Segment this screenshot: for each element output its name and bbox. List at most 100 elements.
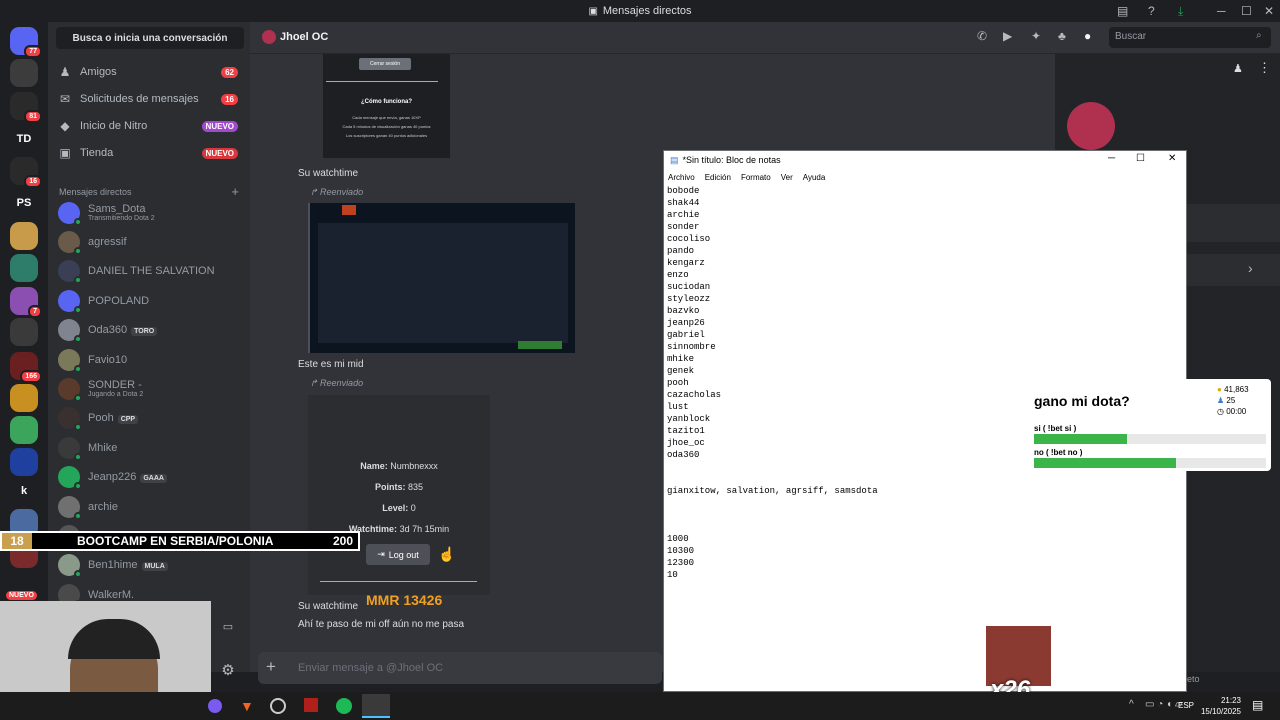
nav-badge: 62 [221, 66, 238, 78]
np-maximize-icon[interactable]: ☐ [1136, 153, 1145, 164]
taskbar-app-icon[interactable] [208, 699, 222, 713]
card-line: Cada mensaje que envía, ganas 10XP [352, 115, 421, 120]
dm-item[interactable]: Pooh CPP [58, 404, 238, 433]
friends-icon: ♟ [59, 65, 71, 79]
contact-avatar [262, 30, 276, 44]
server-icon[interactable]: 7 [10, 287, 42, 318]
search-input[interactable]: Buscar [1109, 27, 1271, 48]
dm-name: agressif [88, 235, 127, 248]
dm-item[interactable]: DANIEL THE SALVATION [58, 257, 238, 286]
server-icon[interactable] [10, 222, 38, 250]
dm-item[interactable]: Ben1hime MULA [58, 551, 238, 580]
menu-archivo[interactable]: Archivo [668, 173, 695, 182]
poll-time: 00:00 [1226, 407, 1247, 416]
dm-item[interactable]: Oda360 TORO [58, 316, 238, 345]
menu-formato[interactable]: Formato [741, 173, 771, 182]
card-divider [320, 581, 477, 582]
download-icon[interactable]: ⤓ [1178, 0, 1183, 22]
close-icon[interactable]: ✕ [1264, 0, 1274, 22]
dm-item[interactable]: archie [58, 492, 238, 521]
server-icon[interactable]: k [10, 477, 38, 505]
server-icon[interactable]: PS [10, 189, 38, 217]
add-member-icon[interactable]: ♣ [1058, 29, 1066, 43]
poll-option-label: si ( !bet si ) [1034, 424, 1077, 433]
status-indicator [74, 276, 82, 285]
menu-ver[interactable]: Ver [781, 173, 793, 182]
search-conversation-button[interactable]: Busca o inicia una conversación [56, 27, 244, 49]
logout-button[interactable]: ⇥ Log out [366, 544, 430, 565]
brave-icon[interactable]: ▼ [240, 698, 254, 714]
dm-name: POPOLAND [88, 294, 150, 307]
dm-item[interactable]: agressif [58, 227, 238, 256]
add-dm-icon[interactable]: + [231, 184, 239, 199]
dm-item[interactable]: POPOLAND [58, 286, 238, 315]
nav-item[interactable]: ♟ Amigos 62 [58, 60, 238, 84]
server-icon[interactable]: TD [10, 125, 38, 153]
dota-screenshot-image[interactable] [308, 203, 575, 353]
tray-chevron-icon[interactable]: ^ [1129, 699, 1134, 710]
server-icon[interactable]: 77 [10, 27, 42, 58]
server-icon[interactable]: 166 [10, 352, 42, 383]
nav-item[interactable]: ◆ Inicio de Nitro NUEVO [58, 114, 238, 138]
language-indicator[interactable]: ESP [1178, 701, 1194, 710]
notepad-taskbar-icon[interactable] [362, 694, 390, 718]
coin-icon: ● [1217, 385, 1222, 394]
spotify-icon[interactable] [336, 698, 352, 714]
add-attachment-icon[interactable]: + [266, 657, 276, 677]
server-icon[interactable] [10, 59, 38, 87]
dm-item[interactable]: Favio10 [58, 345, 238, 374]
np-minimize-icon[interactable]: ─ [1108, 153, 1115, 164]
help-icon[interactable]: ? [1148, 0, 1155, 22]
maximize-icon[interactable]: ☐ [1241, 0, 1252, 22]
server-icon[interactable] [10, 448, 38, 476]
server-icon[interactable]: 16 [10, 157, 42, 188]
server-icon[interactable]: 81 [10, 92, 42, 123]
minimize-icon[interactable]: ─ [1217, 0, 1226, 22]
poll-bar-track [1034, 434, 1266, 444]
tray-icons[interactable]: ▭ ◔ ◖ ▱ [1145, 699, 1183, 710]
avatar [58, 495, 82, 520]
status-indicator [74, 482, 82, 491]
dm-name: Pooh [88, 412, 114, 425]
video-icon[interactable]: ▶ [1003, 29, 1012, 43]
notifications-icon[interactable]: ▤ [1252, 698, 1263, 712]
message-text: Ahí te paso de mi off aún no me pasa [298, 619, 465, 630]
inbox-icon[interactable]: ▤ [1117, 0, 1128, 22]
dm-text: Oda360 TORO [88, 324, 158, 337]
server-icon[interactable] [10, 318, 38, 346]
obs-icon[interactable] [270, 698, 286, 714]
settings-gear-icon[interactable]: ⚙ [217, 659, 239, 681]
server-icon[interactable] [10, 254, 38, 282]
bootcamp-text: BOOTCAMP EN SERBIA/POLONIA [77, 534, 274, 548]
nav-item[interactable]: ✉ Solicitudes de mensajes 16 [58, 87, 238, 111]
bootcamp-number: 18 [2, 533, 32, 549]
chevron-right-icon[interactable]: › [1248, 260, 1253, 276]
menu-edicion[interactable]: Edición [705, 173, 731, 182]
more-options-icon[interactable]: ⋮ [1258, 60, 1271, 76]
dm-section-header: Mensajes directos + [59, 184, 239, 199]
server-badge: 166 [20, 370, 42, 383]
avatar [58, 201, 82, 226]
nav-item[interactable]: ▣ Tienda NUEVO [58, 141, 238, 165]
avatar [58, 554, 82, 579]
call-icon[interactable]: ✆ [977, 29, 987, 43]
chat-bubble-icon[interactable]: ▭ [217, 615, 239, 637]
menu-ayuda[interactable]: Ayuda [803, 173, 826, 182]
notepad-textarea[interactable]: bobode shak44 archie sonder cocoliso pan… [667, 185, 878, 581]
message-input[interactable]: Enviar mensaje a @Jhoel OC [258, 652, 662, 684]
avatar [58, 230, 82, 255]
pin-icon[interactable]: ✦ [1031, 29, 1041, 43]
server-icon[interactable] [10, 416, 38, 444]
server-icon[interactable] [10, 384, 38, 412]
dm-item[interactable]: Jeanp226 GAAA [58, 463, 238, 492]
user-profile-icon[interactable]: ● [1084, 29, 1091, 43]
dm-item[interactable]: SONDER - Jugando a Dota 2 [58, 374, 238, 403]
card-divider [326, 81, 438, 82]
dm-item[interactable]: Mhike [58, 433, 238, 462]
clock[interactable]: 21:23 15/10/2025 [1200, 695, 1241, 717]
dm-item[interactable]: Sams_Dota Transmitiendo Dota 2 [58, 198, 238, 227]
dota-icon[interactable] [304, 698, 318, 712]
card-line: Cada 5 minutos de visualización ganas 40… [342, 124, 431, 129]
np-close-icon[interactable]: ✕ [1168, 153, 1176, 164]
add-friend-icon[interactable]: ♟ [1233, 62, 1243, 75]
